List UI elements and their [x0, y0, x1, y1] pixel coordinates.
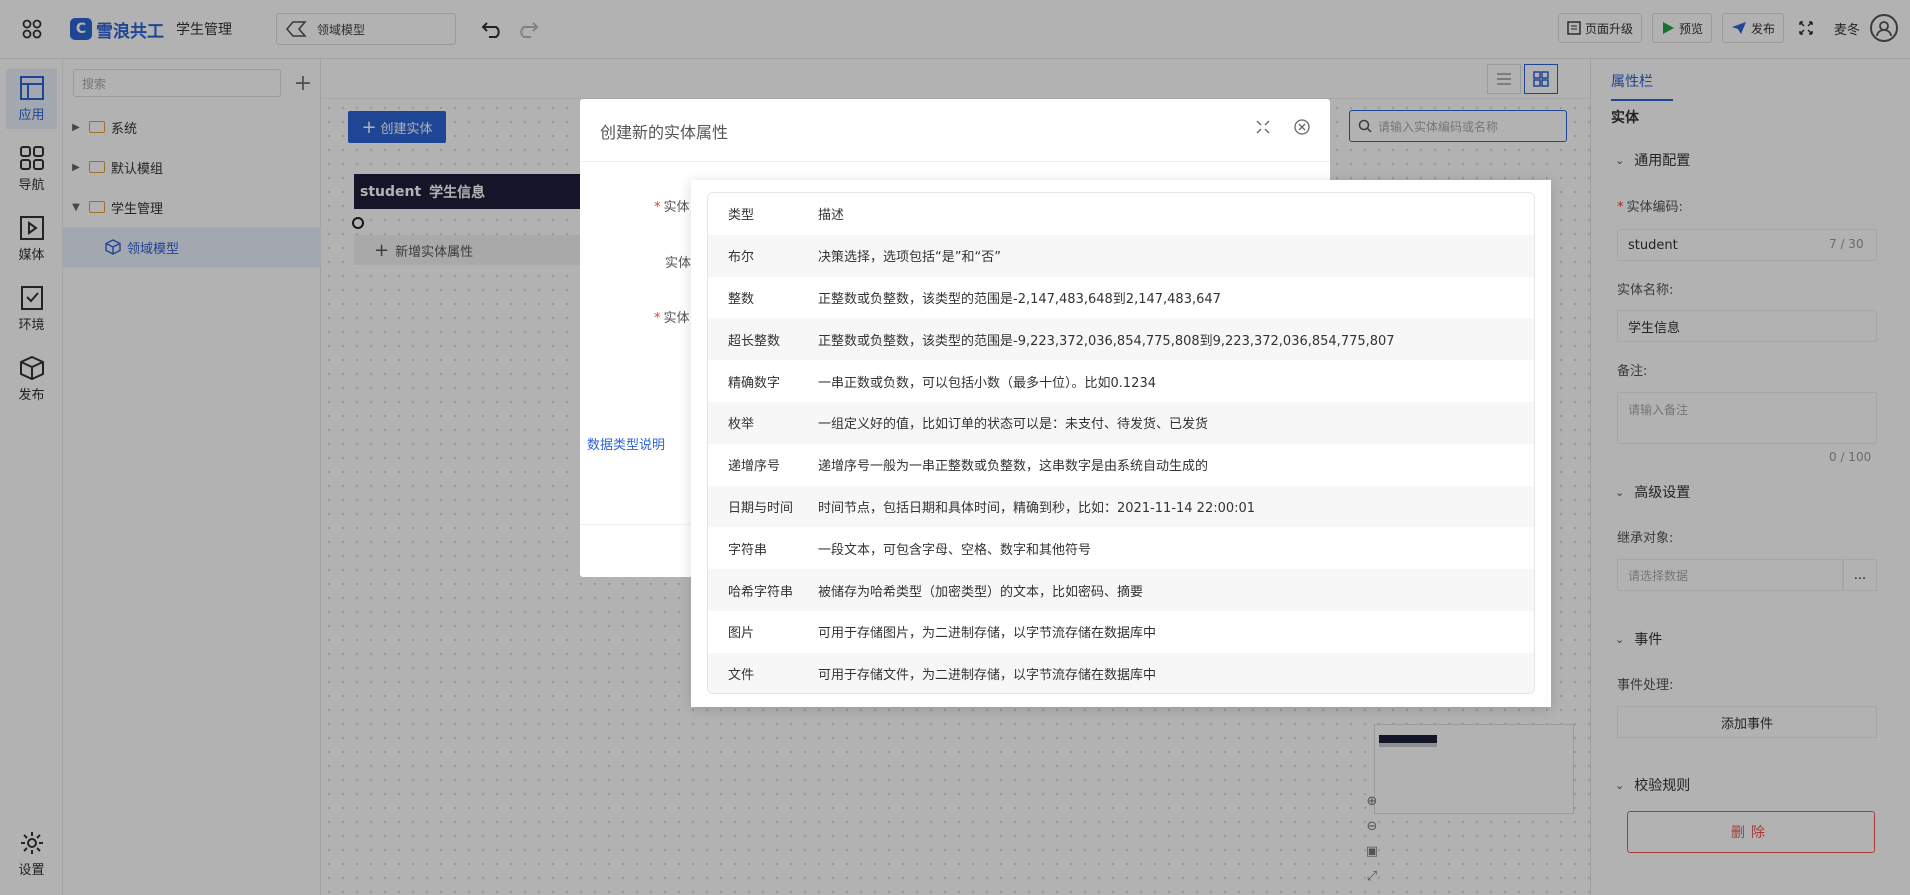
desc-cell: 递增序号一般为一串正整数或负整数，这串数字是由系统自动生成的	[818, 459, 1209, 475]
header-type: 类型	[728, 208, 755, 224]
form-label-code: * 实体	[654, 200, 690, 215]
dialog-title: 创建新的实体属性	[600, 123, 729, 142]
table-header: 类型 描述	[708, 193, 1534, 235]
table-row: 布尔 决策选择，选项包括“是”和“否”	[708, 234, 1534, 277]
data-type-popover: 类型 描述 布尔 决策选择，选项包括“是”和“否” 整数 正整数或负整数，该类型的范…	[691, 180, 1551, 707]
maximize-icon[interactable]	[1253, 117, 1273, 137]
desc-cell: 一组定义好的值，比如订单的状态可以是：未支付、待发货、已发货	[818, 417, 1209, 433]
table-row: 字符串 一段文本，可包含字母、空格、数字和其他符号	[708, 527, 1534, 569]
table-row: 图片 可用于存储图片，为二进制存储，以字节流存储在数据库中	[708, 611, 1534, 653]
type-cell: 文件	[728, 668, 755, 684]
desc-cell: 可用于存储图片，为二进制存储，以字节流存储在数据库中	[818, 626, 1157, 642]
type-cell: 图片	[728, 626, 755, 642]
header-desc: 描述	[818, 208, 845, 224]
type-cell: 精确数字	[728, 375, 781, 391]
table-row: 精确数字 一串正数或负数，可以包括小数（最多十位）。比如0.1234	[708, 360, 1534, 402]
data-type-table: 类型 描述 布尔 决策选择，选项包括“是”和“否” 整数 正整数或负整数，该类型的范…	[707, 192, 1535, 694]
type-cell: 字符串	[728, 542, 768, 558]
table-row: 超长整数 正整数或负整数，该类型的范围是-9,223,372,036,854,77…	[708, 318, 1534, 361]
data-type-help-link[interactable]: 数据类型说明	[587, 434, 665, 453]
table-row: 日期与时间 时间节点，包括日期和具体时间，精确到秒，比如：2021-11-14 2…	[708, 485, 1534, 528]
desc-cell: 一段文本，可包含字母、空格、数字和其他符号	[818, 542, 1092, 558]
type-cell: 超长整数	[728, 333, 781, 349]
desc-cell: 决策选择，选项包括“是”和“否”	[818, 250, 1001, 266]
desc-cell: 时间节点，包括日期和具体时间，精确到秒，比如：2021-11-14 22:00:…	[818, 500, 1256, 516]
form-label-type: 实体	[665, 256, 692, 271]
type-cell: 枚举	[728, 417, 755, 433]
type-cell: 递增序号	[728, 459, 781, 475]
table-row: 递增序号 递增序号一般为一串正整数或负整数，这串数字是由系统自动生成的	[708, 444, 1534, 486]
dialog-divider	[580, 161, 1330, 162]
desc-cell: 可用于存储文件，为二进制存储，以字节流存储在数据库中	[818, 668, 1157, 684]
table-row: 文件 可用于存储文件，为二进制存储，以字节流存储在数据库中	[708, 652, 1534, 693]
type-cell: 布尔	[728, 250, 755, 266]
desc-cell: 一串正数或负数，可以包括小数（最多十位）。比如0.1234	[818, 375, 1156, 391]
desc-cell: 正整数或负整数，该类型的范围是-2,147,483,648到2,147,483,…	[818, 291, 1221, 307]
table-row: 整数 正整数或负整数，该类型的范围是-2,147,483,648到2,147,48…	[708, 277, 1534, 319]
type-cell: 哈希字符串	[728, 584, 794, 600]
table-row: 哈希字符串 被储存为哈希类型（加密类型）的文本，比如密码、摘要	[708, 569, 1534, 611]
table-row: 枚举 一组定义好的值，比如订单的状态可以是：未支付、待发货、已发货	[708, 401, 1534, 444]
type-cell: 日期与时间	[728, 500, 794, 516]
type-cell: 整数	[728, 291, 755, 307]
desc-cell: 正整数或负整数，该类型的范围是-9,223,372,036,854,775,80…	[818, 333, 1395, 349]
close-icon[interactable]	[1292, 117, 1312, 137]
desc-cell: 被储存为哈希类型（加密类型）的文本，比如密码、摘要	[818, 584, 1144, 600]
form-label-name: * 实体	[654, 311, 690, 326]
